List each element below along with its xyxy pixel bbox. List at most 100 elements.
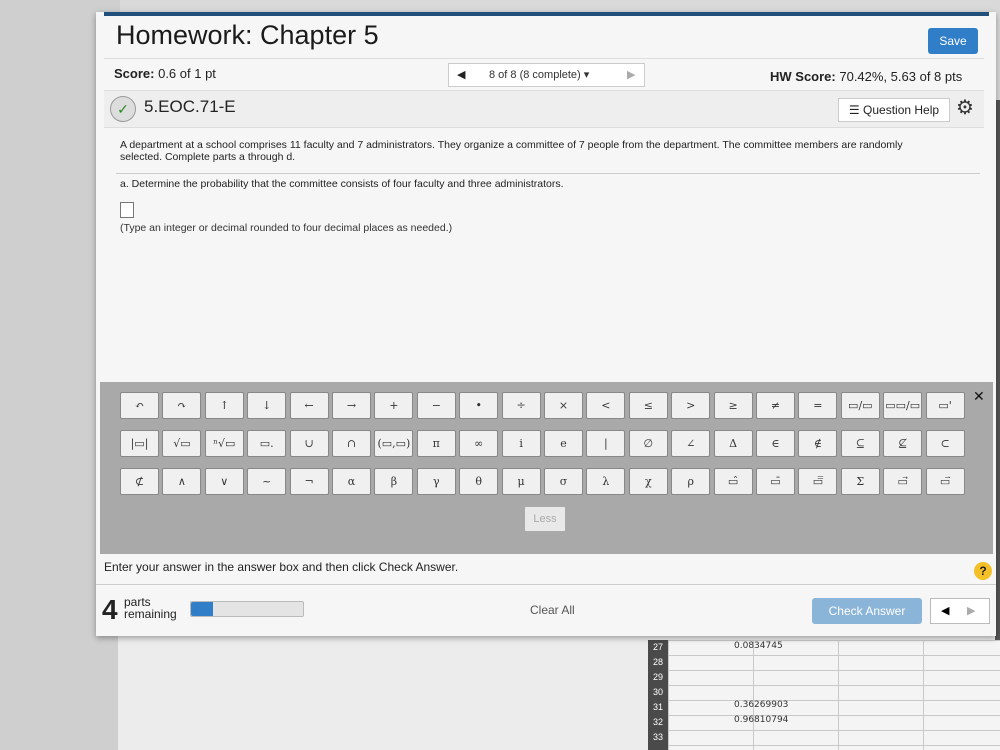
less-button[interactable]: Less <box>524 506 566 532</box>
palette-button[interactable]: ∨ <box>204 468 244 495</box>
palette-button[interactable]: π <box>416 430 456 457</box>
previous-part-icon[interactable]: ◀ <box>941 604 949 617</box>
next-part-icon[interactable]: ▶ <box>967 604 975 617</box>
palette-button[interactable]: ▭̄ <box>756 468 795 495</box>
palette-button[interactable]: ▭⃗ <box>883 468 923 495</box>
palette-button[interactable]: ∩ <box>332 430 371 457</box>
palette-button[interactable]: → <box>332 392 371 419</box>
palette-button[interactable]: σ <box>544 468 583 495</box>
palette-button[interactable]: ↶ <box>120 392 159 419</box>
palette-button[interactable]: ↓ <box>247 392 287 419</box>
answer-input[interactable] <box>120 202 134 218</box>
palette-button[interactable]: ⁿ√▭ <box>204 430 244 457</box>
row-number: 33 <box>652 732 663 742</box>
palette-button[interactable]: ▭/▭ <box>840 392 880 419</box>
palette-button[interactable]: < <box>586 392 626 419</box>
palette-button[interactable]: + <box>374 392 414 419</box>
palette-button[interactable]: ← <box>289 392 329 419</box>
answer-hint: (Type an integer or decimal rounded to f… <box>120 222 453 234</box>
row-number: 27 <box>652 642 663 652</box>
palette-button[interactable]: λ <box>586 468 626 495</box>
palette-button[interactable]: > <box>671 392 711 419</box>
palette-button[interactable]: ∅ <box>628 430 668 457</box>
spreadsheet-cell-value: 0.96810794 <box>734 715 789 725</box>
palette-button[interactable]: ~ <box>247 468 287 495</box>
palette-button[interactable]: μ <box>501 468 541 495</box>
parts-label-line: remaining <box>124 607 177 621</box>
palette-button[interactable]: ∈ <box>756 430 795 457</box>
help-icon[interactable]: ? <box>974 562 992 580</box>
divider <box>104 58 984 59</box>
palette-button[interactable]: | <box>586 430 626 457</box>
palette-button[interactable]: ⊈ <box>883 430 923 457</box>
palette-button[interactable]: ≥ <box>713 392 753 419</box>
clear-all-button[interactable]: Clear All <box>530 603 575 617</box>
palette-button[interactable]: i <box>501 430 541 457</box>
palette-button[interactable]: χ <box>628 468 668 495</box>
question-navigator[interactable]: ◀ 8 of 8 (8 complete) ▾ ▶ <box>448 63 645 87</box>
palette-button[interactable]: ▭̿ <box>798 468 838 495</box>
palette-button[interactable]: ⊄ <box>120 468 159 495</box>
palette-button[interactable]: Δ <box>713 430 753 457</box>
question-help-button[interactable]: ☰ Question Help <box>838 98 950 122</box>
palette-button[interactable]: − <box>416 392 456 419</box>
save-button[interactable]: Save <box>928 28 978 54</box>
part-a-prompt: a. Determine the probability that the co… <box>120 178 564 190</box>
score-value: 0.6 of 1 pt <box>158 66 216 81</box>
palette-button[interactable]: α <box>332 468 371 495</box>
palette-button[interactable]: ρ <box>671 468 711 495</box>
close-icon[interactable]: ✕ <box>973 388 985 405</box>
progress-fill <box>191 602 214 616</box>
score: Score: 0.6 of 1 pt <box>114 66 216 81</box>
row-number: 29 <box>652 672 663 682</box>
palette-button[interactable]: e <box>544 430 583 457</box>
palette-button[interactable]: ∞ <box>459 430 499 457</box>
hw-score-label: HW Score: <box>770 69 836 84</box>
question-text: A department at a school comprises 11 fa… <box>120 139 903 163</box>
part-pager: ◀ ▶ <box>930 598 990 624</box>
hw-score-value: 70.42%, 5.63 of 8 pts <box>839 69 963 84</box>
question-position-dropdown[interactable]: 8 of 8 (8 complete) ▾ <box>489 68 589 81</box>
palette-button[interactable]: √▭ <box>162 430 202 457</box>
palette-button[interactable]: ▭' <box>925 392 965 419</box>
palette-button[interactable]: ▭▭/▭ <box>883 392 923 419</box>
palette-button[interactable]: ¬ <box>289 468 329 495</box>
palette-button[interactable]: β <box>374 468 414 495</box>
palette-button[interactable]: ⊂ <box>925 430 965 457</box>
palette-button[interactable]: ▭. <box>247 430 287 457</box>
math-palette: ✕ Less ↶ ↷ ↑ ↓ ← → + − • ÷ × < ≤ > ≥ ≠ = ▭/▭ ▭▭/▭ ▭' |▭| √▭ ⁿ√… <box>100 382 993 554</box>
palette-button[interactable]: ∠ <box>671 430 711 457</box>
list-icon: ☰ <box>848 103 860 117</box>
palette-button[interactable]: ≤ <box>628 392 668 419</box>
palette-button[interactable]: ∪ <box>289 430 329 457</box>
homework-window: Homework: Chapter 5 Save Score: 0.6 of 1… <box>96 12 996 636</box>
palette-button[interactable]: ⊆ <box>840 430 880 457</box>
gear-icon[interactable]: ⚙ <box>956 95 974 120</box>
page-title: Homework: Chapter 5 <box>116 20 379 50</box>
palette-button[interactable]: θ <box>459 468 499 495</box>
palette-button[interactable]: ≠ <box>756 392 795 419</box>
check-answer-button[interactable]: Check Answer <box>812 598 922 624</box>
palette-button[interactable]: |▭| <box>120 430 159 457</box>
palette-button[interactable]: ↑ <box>204 392 244 419</box>
palette-button[interactable]: ▭⃑ <box>925 468 965 495</box>
palette-button[interactable]: ÷ <box>501 392 541 419</box>
window-top-bar <box>104 12 989 16</box>
palette-button[interactable]: = <box>798 392 838 419</box>
palette-button[interactable]: ↷ <box>162 392 202 419</box>
divider <box>96 584 996 585</box>
palette-button[interactable]: ▭̂ <box>713 468 753 495</box>
palette-button[interactable]: Σ <box>840 468 880 495</box>
score-label: Score: <box>114 66 155 81</box>
palette-button[interactable]: (▭,▭) <box>374 430 414 457</box>
next-question-icon[interactable]: ▶ <box>627 68 635 81</box>
palette-button[interactable]: ∉ <box>798 430 838 457</box>
palette-button[interactable]: γ <box>416 468 456 495</box>
palette-button[interactable]: × <box>544 392 583 419</box>
question-header: ✓ 5.EOC.71-E ☰ Question Help ⚙ <box>104 90 984 128</box>
partial-credit-icon: ✓ <box>110 96 136 122</box>
previous-question-icon[interactable]: ◀ <box>457 68 465 81</box>
palette-button[interactable]: • <box>459 392 499 419</box>
palette-button[interactable]: ∧ <box>162 468 202 495</box>
parts-remaining-label: parts remaining <box>124 596 177 620</box>
